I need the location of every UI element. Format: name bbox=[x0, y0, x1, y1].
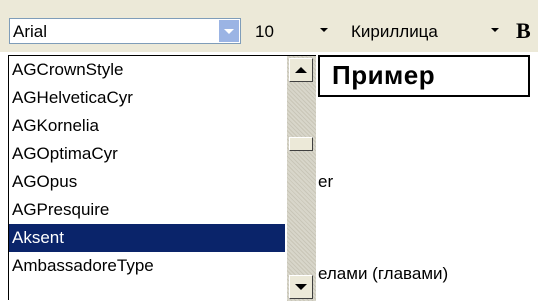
font-name-dropdown-button[interactable] bbox=[219, 20, 239, 42]
scrollbar-thumb[interactable] bbox=[289, 137, 313, 151]
font-preview-text: Пример bbox=[332, 60, 436, 90]
font-size-dropdown-button[interactable] bbox=[319, 28, 329, 34]
charset-combobox[interactable]: Кириллица bbox=[345, 18, 507, 44]
document-text-fragment: er bbox=[318, 172, 334, 191]
font-list-item[interactable]: Aksent bbox=[9, 224, 285, 252]
chevron-down-icon bbox=[491, 28, 499, 32]
font-preview-tooltip: Пример bbox=[318, 55, 530, 97]
arrow-down-icon bbox=[295, 284, 307, 290]
chevron-down-icon bbox=[224, 28, 234, 34]
font-size-value[interactable]: 10 bbox=[255, 22, 274, 41]
charset-dropdown-button[interactable] bbox=[490, 28, 500, 34]
font-list-item[interactable]: AmbassadoreType bbox=[9, 252, 285, 280]
font-size-combobox[interactable]: 10 bbox=[249, 18, 335, 44]
font-name-combobox[interactable]: Arial bbox=[9, 18, 241, 44]
charset-value[interactable]: Кириллица bbox=[351, 22, 438, 41]
font-list-item[interactable]: AGPresquire bbox=[9, 196, 285, 224]
arrow-up-icon bbox=[295, 67, 307, 73]
font-name-value[interactable]: Arial bbox=[13, 22, 47, 41]
font-list[interactable]: AGCrownStyle AGHelveticaCyr AGKornelia AGOp… bbox=[9, 56, 285, 280]
scroll-up-button[interactable] bbox=[289, 58, 313, 82]
font-dropdown-list[interactable]: AGCrownStyle AGHelveticaCyr AGKornelia AGOp… bbox=[8, 55, 316, 301]
font-list-item[interactable]: AGCrownStyle bbox=[9, 56, 285, 84]
document-text-fragment: елами (главами) bbox=[318, 264, 449, 283]
chevron-down-icon bbox=[320, 28, 328, 32]
scroll-down-button[interactable] bbox=[289, 275, 313, 299]
formatting-toolbar: Arial 10 Кириллица B bbox=[0, 0, 538, 52]
bold-button[interactable]: B bbox=[516, 18, 538, 44]
font-list-item[interactable]: AGOpus bbox=[9, 168, 285, 196]
vertical-scrollbar[interactable] bbox=[287, 56, 316, 301]
font-list-item[interactable]: AGOptimaCyr bbox=[9, 140, 285, 168]
font-list-item[interactable]: AGKornelia bbox=[9, 112, 285, 140]
font-list-item[interactable]: AGHelveticaCyr bbox=[9, 84, 285, 112]
